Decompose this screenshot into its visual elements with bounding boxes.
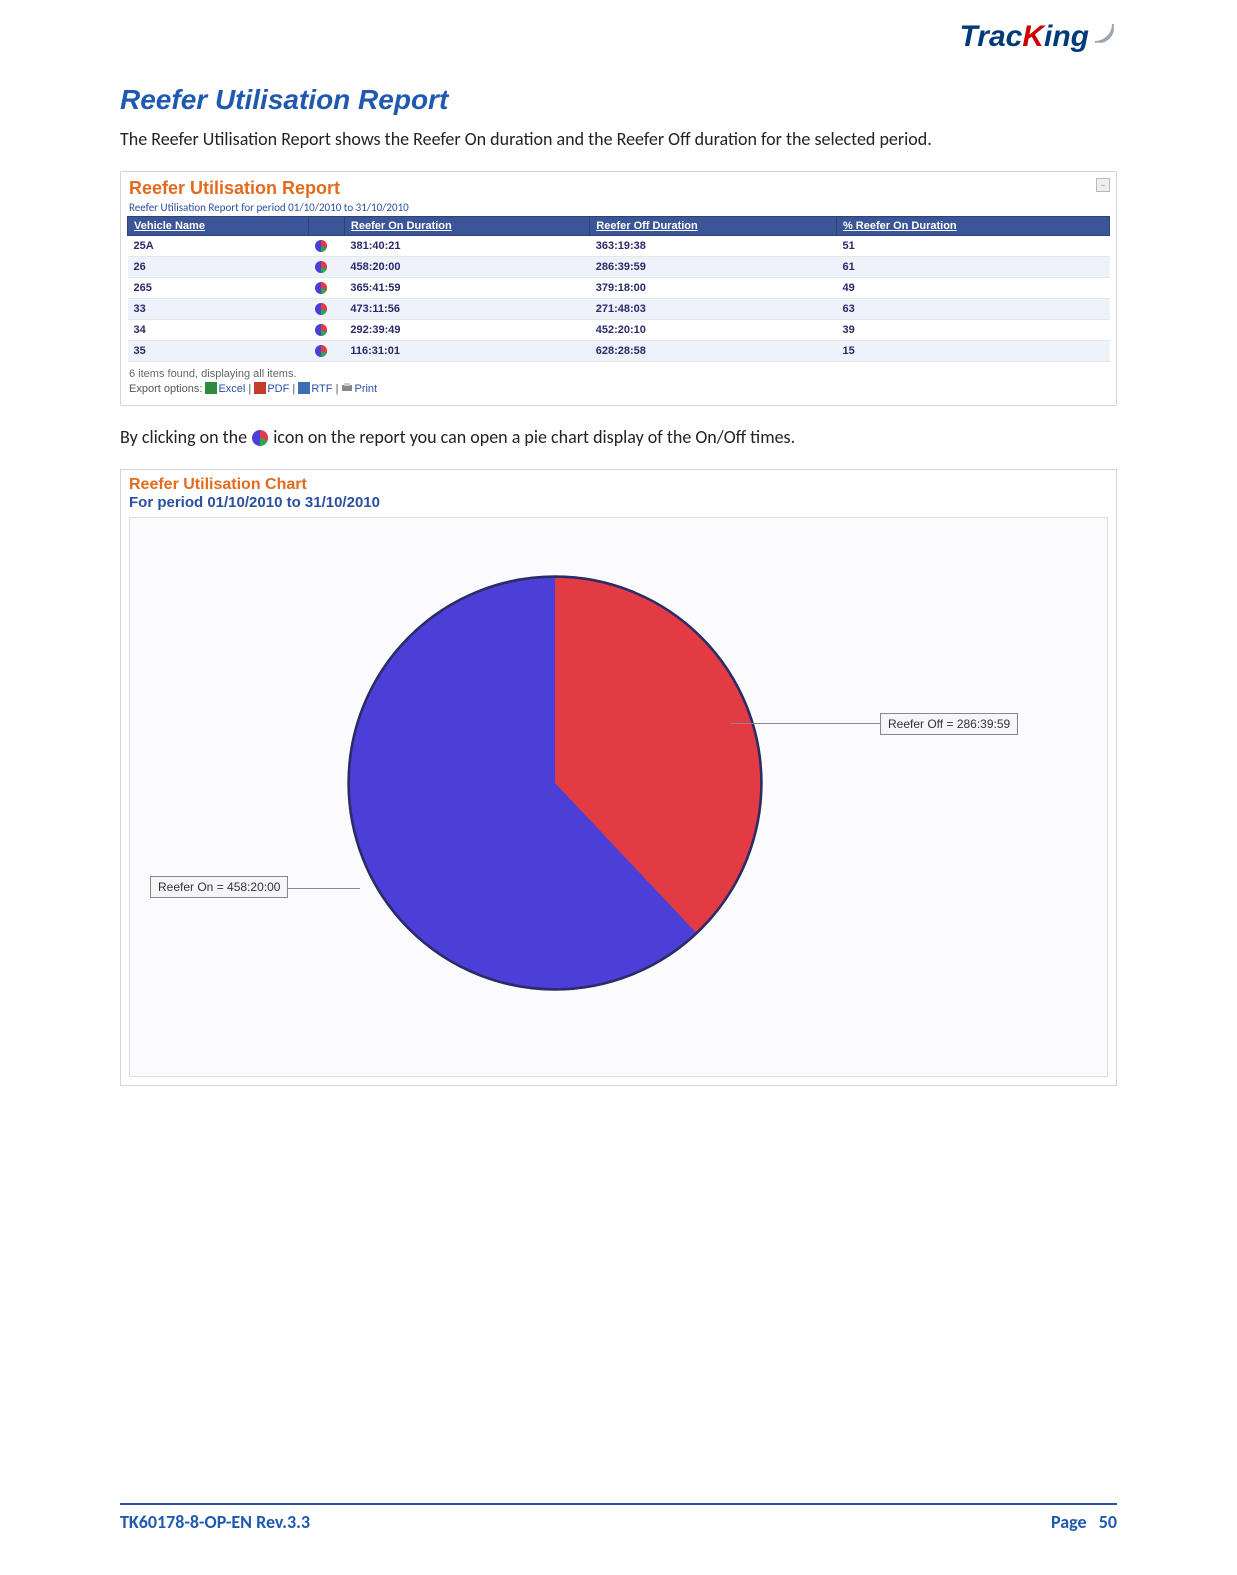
report-panel: – Reefer Utilisation Report Reefer Utili… [120,171,1117,406]
mid-text-b: icon on the report you can open a pie ch… [273,426,795,448]
cell-vehicle-name: 35 [128,341,309,362]
cell-vehicle-name: 34 [128,320,309,341]
rtf-icon [298,382,310,394]
cell-reefer-off: 452:20:10 [590,320,837,341]
col-vehicle-name[interactable]: Vehicle Name [128,217,309,236]
footer-page-label: Page [1051,1511,1087,1533]
callout-reefer-on: Reefer On = 458:20:00 [150,876,288,898]
print-icon [341,382,353,394]
col-pct-on[interactable]: % Reefer On Duration [836,217,1109,236]
footer-doc-id: TK60178-8-OP-EN Rev.3.3 [120,1511,310,1533]
report-title: Reefer Utilisation Report [129,178,1110,199]
cell-pct-on: 61 [836,257,1109,278]
cell-vehicle-name: 265 [128,278,309,299]
table-row: 265 365:41:59379:18:0049 [128,278,1110,299]
cell-pct-on: 39 [836,320,1109,341]
header-logo-row: TracKing [120,20,1117,54]
cell-pct-on: 15 [836,341,1109,362]
table-row: 35 116:31:01628:28:5815 [128,341,1110,362]
cell-reefer-on: 292:39:49 [344,320,589,341]
cell-reefer-off: 628:28:58 [590,341,837,362]
table-row: 34 292:39:49452:20:1039 [128,320,1110,341]
items-found-text: 6 items found, displaying all items. [129,368,1110,380]
logo-text-1: Trac [960,20,1023,53]
cell-chart-link[interactable] [308,257,344,278]
pie-chart-icon[interactable] [314,239,328,253]
table-row: 25A 381:40:21363:19:3851 [128,236,1110,257]
excel-icon [205,382,217,394]
chart-title: Reefer Utilisation Chart [129,476,1108,494]
export-options: Export options: Excel | PDF | RTF | Prin… [129,382,1110,395]
col-reefer-off[interactable]: Reefer Off Duration [590,217,837,236]
export-rtf-link[interactable]: RTF [311,383,332,395]
chart-panel: Reefer Utilisation Chart For period 01/1… [120,469,1117,1086]
cell-reefer-off: 271:48:03 [590,299,837,320]
cell-reefer-off: 379:18:00 [590,278,837,299]
cell-chart-link[interactable] [308,278,344,299]
chart-subtitle: For period 01/10/2010 to 31/10/2010 [129,494,1108,511]
intro-paragraph: The Reefer Utilisation Report shows the … [120,126,1117,153]
export-print-link[interactable]: Print [354,383,377,395]
pie-chart-icon [251,429,269,447]
chart-area: Reefer Off = 286:39:59 Reefer On = 458:2… [129,517,1108,1077]
cell-reefer-on: 458:20:00 [344,257,589,278]
pie-chart-icon[interactable] [314,344,328,358]
mid-paragraph: By clicking on the icon on the report yo… [120,424,1117,451]
cell-vehicle-name: 33 [128,299,309,320]
cell-reefer-on: 116:31:01 [344,341,589,362]
section-title: Reefer Utilisation Report [120,84,1117,116]
pie-chart-icon[interactable] [314,281,328,295]
cell-reefer-off: 286:39:59 [590,257,837,278]
cell-chart-link[interactable] [308,236,344,257]
pie-chart-icon[interactable] [314,260,328,274]
cell-chart-link[interactable] [308,320,344,341]
mid-text-a: By clicking on the [120,426,251,448]
pie-chart [340,568,770,998]
col-chart-icon [308,217,344,236]
cell-pct-on: 51 [836,236,1109,257]
export-excel-link[interactable]: Excel [218,383,245,395]
report-table: Vehicle Name Reefer On Duration Reefer O… [127,216,1110,362]
cell-chart-link[interactable] [308,341,344,362]
cell-reefer-on: 473:11:56 [344,299,589,320]
logo-waves-icon [1091,20,1117,46]
callout-reefer-off: Reefer Off = 286:39:59 [880,713,1018,735]
logo-text-2: ing [1044,20,1089,53]
export-label: Export options: [129,383,202,395]
pie-chart-icon[interactable] [314,323,328,337]
cell-pct-on: 63 [836,299,1109,320]
page-footer: TK60178-8-OP-EN Rev.3.3 Page 50 [120,1503,1117,1533]
cell-vehicle-name: 25A [128,236,309,257]
cell-pct-on: 49 [836,278,1109,299]
cell-reefer-on: 365:41:59 [344,278,589,299]
cell-chart-link[interactable] [308,299,344,320]
tracking-logo: TracKing [960,20,1118,54]
table-row: 33 473:11:56271:48:0363 [128,299,1110,320]
logo-text-k: K [1022,20,1044,53]
table-row: 26 458:20:00286:39:5961 [128,257,1110,278]
col-reefer-on[interactable]: Reefer On Duration [344,217,589,236]
cell-vehicle-name: 26 [128,257,309,278]
panel-collapse-icon[interactable]: – [1096,178,1110,192]
export-pdf-link[interactable]: PDF [267,383,289,395]
footer-page-num: 50 [1099,1511,1117,1533]
pdf-icon [254,382,266,394]
cell-reefer-off: 363:19:38 [590,236,837,257]
pie-chart-icon[interactable] [314,302,328,316]
report-subtitle: Reefer Utilisation Report for period 01/… [129,201,1110,214]
cell-reefer-on: 381:40:21 [344,236,589,257]
